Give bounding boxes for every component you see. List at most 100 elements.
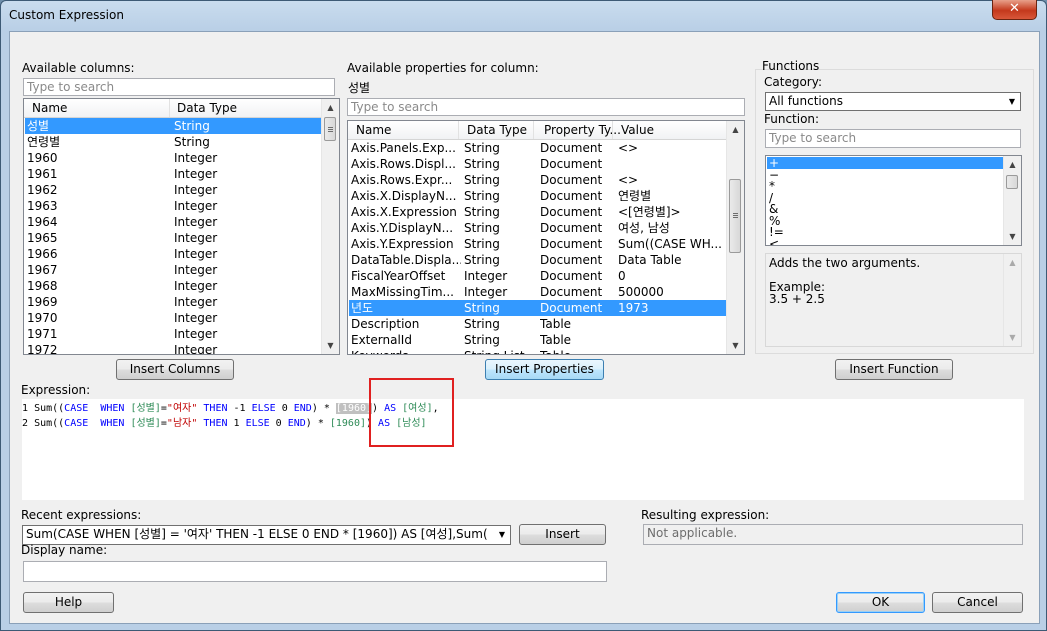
property-ptype: Table [540, 348, 612, 354]
column-row[interactable]: 1960 Integer [25, 150, 321, 166]
property-row[interactable]: FiscalYearOffset Integer Document 0 [349, 268, 728, 284]
columns-list[interactable]: Name Data Type 성별 String 연령별 String 1960 Inte… [23, 98, 340, 355]
column-row[interactable]: 성별 String [25, 118, 321, 134]
functions-list[interactable]: + − * / &% != < ▲ ▼ [765, 155, 1022, 246]
column-row[interactable]: 1966 Integer [25, 246, 321, 262]
property-name: DataTable.Displa... [351, 253, 461, 267]
insert-recent-button[interactable]: Insert [519, 524, 606, 545]
function-item[interactable]: & [767, 203, 1003, 215]
function-item[interactable]: / [767, 192, 1003, 204]
property-value: <[연령별]> [618, 205, 681, 219]
scroll-up-icon[interactable]: ▲ [1004, 156, 1021, 173]
properties-list[interactable]: Name Data Type Property Ty... Value Axis… [347, 120, 745, 355]
column-row[interactable]: 1968 Integer [25, 278, 321, 294]
property-name: Axis.X.DisplayN... [351, 189, 457, 203]
column-row[interactable]: 1961 Integer [25, 166, 321, 182]
column-row[interactable]: 1970 Integer [25, 310, 321, 326]
display-name-input[interactable] [23, 561, 607, 582]
property-ptype: Document [540, 221, 603, 235]
function-example-value: 3.5 + 2.5 [769, 292, 825, 306]
property-header-property-type[interactable]: Property Ty... [544, 123, 621, 137]
column-row[interactable]: 1965 Integer [25, 230, 321, 246]
property-ptype: Document [540, 301, 603, 315]
column-name: 1963 [27, 199, 58, 213]
scroll-thumb[interactable] [1006, 175, 1018, 189]
ok-button[interactable]: OK [836, 592, 925, 613]
function-item[interactable]: * [767, 180, 1003, 192]
property-row[interactable]: 년도 String Document 1973 [349, 300, 728, 316]
property-row[interactable]: Description String Table [349, 316, 728, 332]
function-item[interactable]: + [767, 157, 1003, 169]
column-datatype: Integer [174, 343, 218, 355]
description-scrollbar[interactable]: ▲ ▼ [1003, 254, 1021, 346]
property-header-value[interactable]: Value [621, 123, 654, 137]
scroll-thumb[interactable] [729, 179, 741, 253]
property-row[interactable]: MaxMissingTim... Integer Document 500000 [349, 284, 728, 300]
function-search-input[interactable]: Type to search [765, 129, 1021, 148]
property-ptype: Table [540, 333, 572, 347]
scroll-down-icon[interactable]: ▼ [322, 337, 339, 354]
scroll-down-icon[interactable]: ▼ [727, 337, 744, 354]
function-item[interactable]: < [767, 236, 1003, 246]
property-ptype: Table [540, 317, 572, 331]
column-row[interactable]: 연령별 String [25, 134, 321, 150]
cancel-button[interactable]: Cancel [932, 592, 1023, 613]
properties-scrollbar[interactable]: ▲ ▼ [726, 121, 744, 354]
scroll-up-icon[interactable]: ▲ [322, 99, 339, 116]
property-value: 여성, 남성 [618, 221, 670, 235]
property-header-name[interactable]: Name [356, 123, 391, 137]
expression-token: "남자" [166, 418, 198, 429]
column-row[interactable]: 1963 Integer [25, 198, 321, 214]
property-row[interactable]: KeywordsString List Table [349, 348, 728, 354]
property-row[interactable]: Axis.Rows.Displ... String Document [349, 156, 728, 172]
columns-search-input[interactable]: Type to search [23, 78, 335, 96]
property-row[interactable]: Axis.X.Expression String Document <[연령별]> [349, 204, 728, 220]
column-name: 1964 [27, 215, 58, 229]
function-item[interactable]: % [767, 215, 1003, 227]
column-row[interactable]: 1969 Integer [25, 294, 321, 310]
property-type: Integer [464, 285, 508, 299]
insert-properties-button[interactable]: Insert Properties [485, 359, 604, 380]
column-row[interactable]: 1971 Integer [25, 326, 321, 342]
scroll-up-icon[interactable]: ▲ [727, 121, 744, 138]
properties-search-input[interactable]: Type to search [347, 98, 745, 116]
insert-columns-button[interactable]: Insert Columns [116, 359, 234, 380]
property-row[interactable]: Axis.Panels.Exp... String Document <> [349, 140, 728, 156]
scroll-thumb[interactable] [324, 117, 336, 141]
insert-function-button[interactable]: Insert Function [835, 359, 953, 380]
column-row[interactable]: 1962 Integer [25, 182, 321, 198]
column-datatype: Integer [174, 151, 218, 165]
column-row[interactable]: 1967 Integer [25, 262, 321, 278]
function-item-label: < [769, 236, 780, 246]
function-item[interactable]: != [767, 226, 1003, 238]
category-select[interactable]: All functions ▼ [765, 92, 1021, 111]
functions-scrollbar[interactable]: ▲ ▼ [1003, 156, 1021, 245]
property-header-datatype[interactable]: Data Type [467, 123, 527, 137]
column-row[interactable]: 1972 Integer [25, 342, 321, 355]
scroll-up-icon[interactable]: ▲ [1004, 254, 1021, 271]
property-row[interactable]: Axis.X.DisplayN... String Document 연령별 [349, 188, 728, 204]
columns-scrollbar[interactable]: ▲ ▼ [321, 99, 339, 354]
property-name: Axis.Panels.Exp... [351, 141, 456, 155]
column-header-name[interactable]: Name [32, 101, 67, 115]
property-row[interactable]: Axis.Y.DisplayN... String Document 여성, 남성 [349, 220, 728, 236]
scroll-down-icon[interactable]: ▼ [1004, 228, 1021, 245]
property-row[interactable]: DataTable.Displa... String Document Data Ta… [349, 252, 728, 268]
property-row[interactable]: Axis.Y.Expression String Document Sum((CASE… [349, 236, 728, 252]
column-row[interactable]: 1964 Integer [25, 214, 321, 230]
close-icon[interactable]: ✕ [992, 0, 1037, 20]
column-datatype: String [174, 135, 210, 149]
column-header-datatype[interactable]: Data Type [177, 101, 237, 115]
chevron-down-icon: ▼ [1008, 97, 1016, 106]
chevron-down-icon: ▼ [498, 530, 506, 539]
expression-token: 1 [227, 418, 246, 429]
scroll-down-icon[interactable]: ▼ [1004, 329, 1021, 346]
help-button[interactable]: Help [23, 592, 114, 613]
function-item[interactable]: − [767, 169, 1003, 181]
recent-expressions-select[interactable]: Sum(CASE WHEN [성별] = '여자' THEN -1 ELSE 0… [22, 525, 511, 545]
custom-expression-dialog: Custom Expression ✕ Available columns: T… [0, 0, 1047, 631]
column-name: 성별 [27, 119, 50, 133]
property-row[interactable]: ExternalId String Table [349, 332, 728, 348]
expression-editor[interactable]: 1 Sum((CASE WHEN [성별]="여자" THEN -1 ELSE … [22, 399, 1024, 500]
property-row[interactable]: Axis.Rows.Expr... String Document <> [349, 172, 728, 188]
